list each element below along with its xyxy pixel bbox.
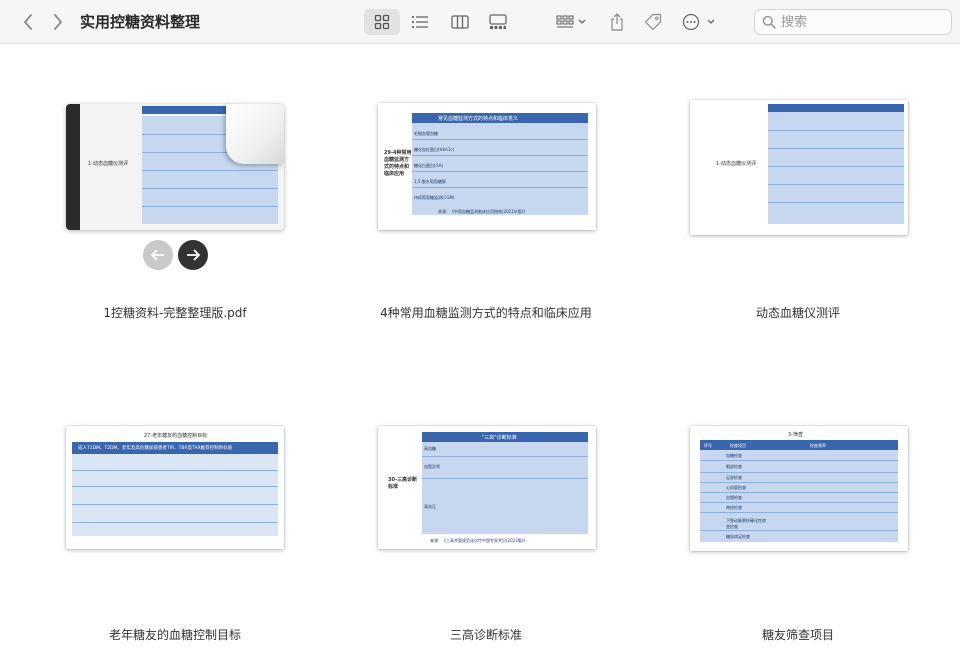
file-thumbnail: 1-动态血糖仪测评: [690, 100, 908, 235]
window-title: 实用控糖资料整理: [80, 13, 201, 31]
arrow-right-icon: [187, 249, 200, 261]
icon-view-button[interactable]: [364, 9, 400, 35]
ellipsis-circle-icon: [682, 13, 715, 31]
chevron-left-icon: [24, 14, 32, 30]
share-button[interactable]: [604, 9, 630, 35]
previous-page-button[interactable]: [143, 240, 173, 270]
next-page-button[interactable]: [178, 240, 208, 270]
file-name: 动态血糖仪测评: [755, 306, 840, 320]
group-by-button[interactable]: [550, 9, 592, 35]
file-name: 1控糖资料-完整整理版.pdf: [103, 306, 247, 320]
back-button[interactable]: [16, 8, 40, 36]
file-thumbnail: 常见血糖监测方式的特点和临床意义 29-4种常用血糖监测方式的特点和临床应用 毛…: [378, 103, 596, 230]
forward-button[interactable]: [46, 8, 70, 36]
finder-toolbar: 实用控糖资料整理: [0, 0, 960, 44]
file-thumbnail: "三高"诊断标准 30-三高诊断标准 高血糖 血脂异常 高血压 来源：《三高共管…: [378, 426, 596, 549]
chevron-right-icon: [54, 14, 62, 30]
grid-icon: [374, 14, 390, 30]
file-thumbnail: 3-筛查 序号 检查项目 检查频率 血糖检查 眼部检查 足部检查 心血管检查 血…: [690, 426, 908, 551]
tag-icon: [644, 13, 662, 31]
list-icon: [411, 15, 428, 29]
more-actions-button[interactable]: [678, 9, 720, 35]
share-icon: [611, 13, 623, 31]
list-view-button[interactable]: [404, 9, 436, 35]
columns-icon: [451, 15, 469, 29]
search-icon: [762, 15, 776, 29]
gallery-view-button[interactable]: [482, 9, 514, 35]
pdf-preview-title: 1-动态血糖仪测评: [88, 161, 128, 167]
arrow-left-icon: [151, 249, 164, 261]
binder-spine: [66, 104, 80, 230]
tag-button[interactable]: [640, 9, 666, 35]
column-view-button[interactable]: [444, 9, 476, 35]
page-curl: [226, 104, 284, 164]
file-name: 糖友筛查项目: [761, 628, 834, 642]
search-field[interactable]: [754, 9, 952, 35]
file-name: 老年糖友的血糖控制目标: [108, 628, 241, 642]
search-input[interactable]: [781, 13, 946, 31]
file-name: 三高诊断标准: [449, 628, 522, 642]
gallery-icon: [489, 14, 507, 29]
file-name: 4种常用血糖监测方式的特点和临床应用: [380, 306, 592, 320]
file-thumbnail: 27-老年糖友的血糖控制目标 成人T1DM、T2DM、老年及高危糖尿病患者TIR…: [66, 426, 284, 549]
group-grid-icon: [556, 15, 586, 28]
